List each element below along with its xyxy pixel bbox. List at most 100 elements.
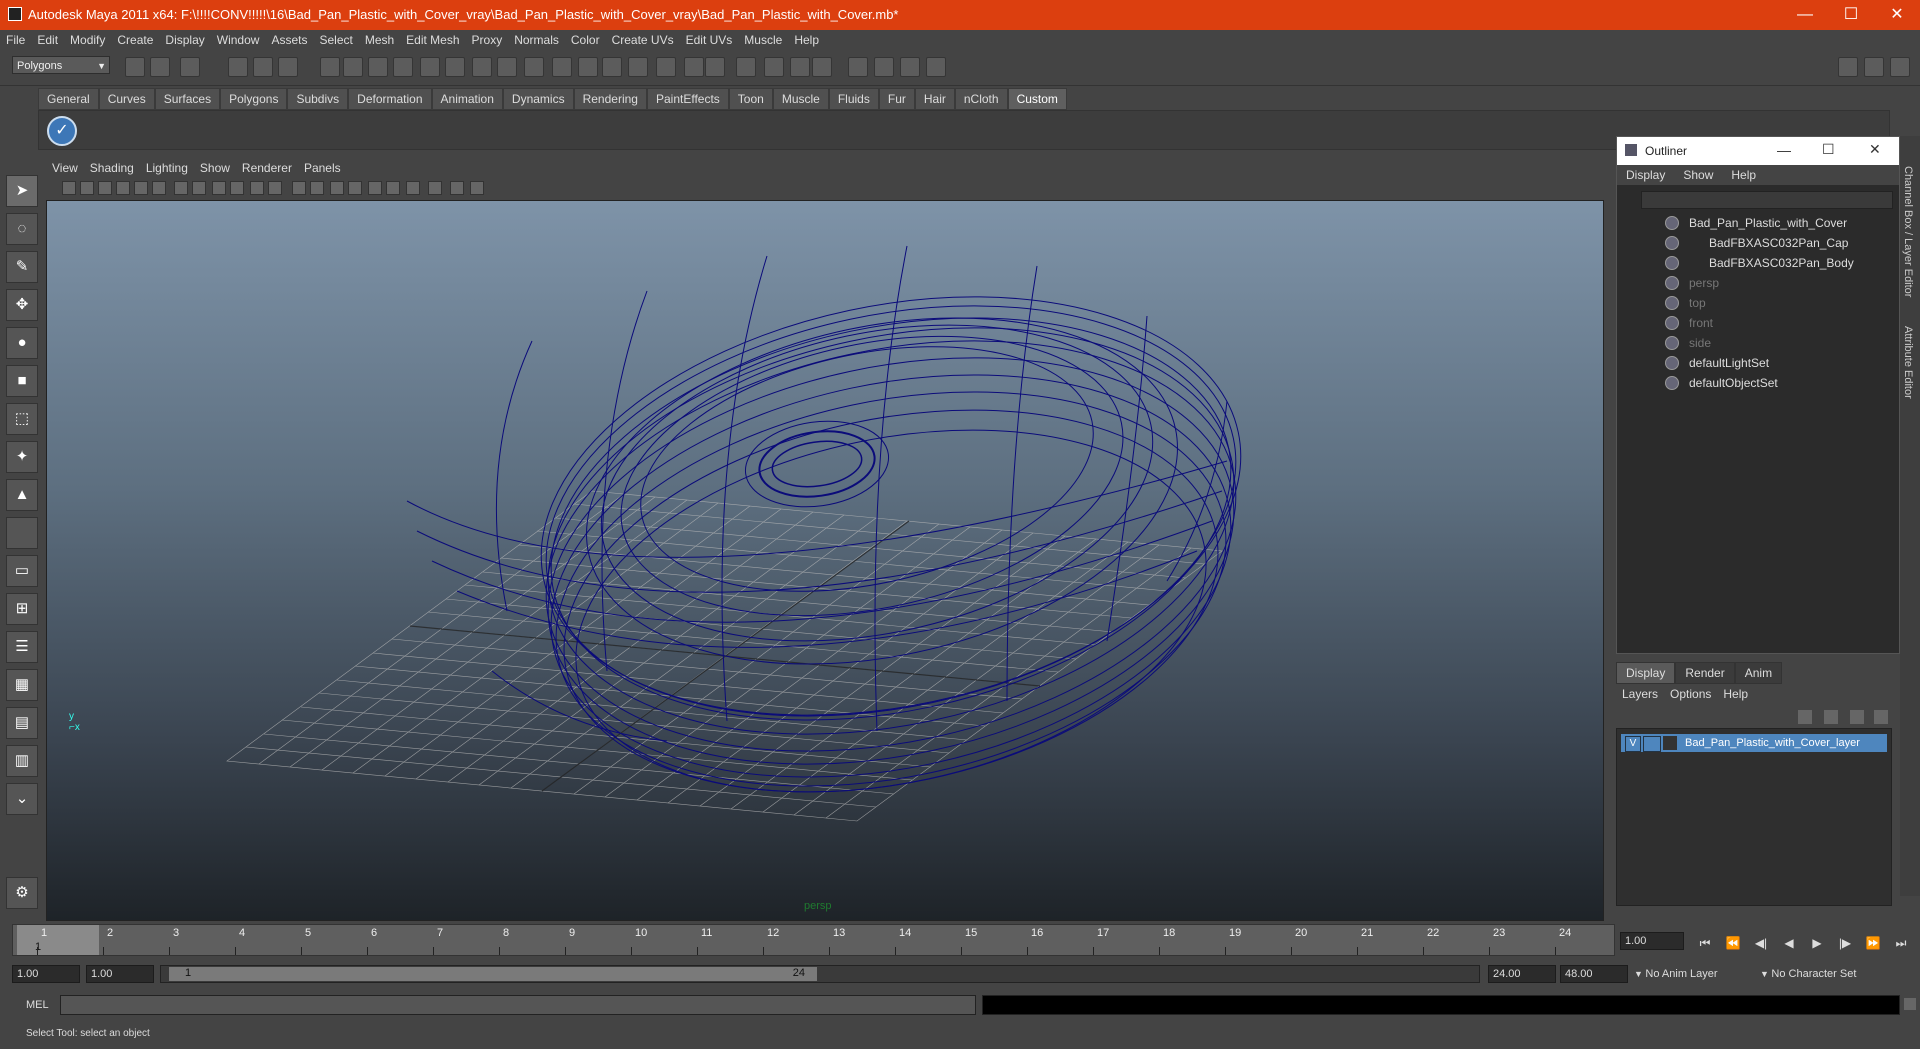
last-tool-icon[interactable] bbox=[6, 517, 38, 549]
menu-muscle[interactable]: Muscle bbox=[738, 30, 788, 50]
dope-sheet-layout-icon[interactable]: ▤ bbox=[6, 707, 38, 739]
range-start-inner-field[interactable]: 1.00 bbox=[86, 965, 154, 983]
range-slider-bar[interactable]: 1 24 bbox=[169, 967, 817, 981]
panel-tool-icon-15[interactable] bbox=[330, 181, 344, 195]
layer-row[interactable]: V Bad_Pan_Plastic_with_Cover_layer bbox=[1621, 734, 1887, 752]
outliner-item[interactable]: BadFBXASC032Pan_Cap bbox=[1617, 233, 1887, 253]
menu-create-uvs[interactable]: Create UVs bbox=[606, 30, 680, 50]
go-to-start-icon[interactable]: ⏮ bbox=[1695, 934, 1715, 952]
menu-display[interactable]: Display bbox=[159, 30, 210, 50]
soft-mod-tool-icon[interactable]: ✦ bbox=[6, 441, 38, 473]
move-layer-down-icon[interactable] bbox=[1824, 710, 1838, 724]
status-tool-icon-28[interactable] bbox=[874, 57, 894, 77]
lasso-tool-icon[interactable]: ◌ bbox=[6, 213, 38, 245]
status-tool-icon-18[interactable] bbox=[602, 57, 622, 77]
outliner-item[interactable]: defaultObjectSet bbox=[1617, 373, 1887, 393]
show-manipulator-icon[interactable]: ▲ bbox=[6, 479, 38, 511]
status-tool-icon-19[interactable] bbox=[628, 57, 648, 77]
panel-tool-icon-3[interactable] bbox=[98, 181, 112, 195]
status-tool-icon-16[interactable] bbox=[552, 57, 572, 77]
graph-layout-icon[interactable]: ▦ bbox=[6, 669, 38, 701]
panel-tool-icon-1[interactable] bbox=[62, 181, 76, 195]
layer-tab-render[interactable]: Render bbox=[1675, 662, 1735, 684]
step-back-frame-icon[interactable]: ◀| bbox=[1751, 934, 1771, 952]
status-tool-icon-9[interactable] bbox=[368, 57, 388, 77]
attribute-editor-tab[interactable]: Attribute Editor bbox=[1902, 326, 1914, 399]
menu-edit-mesh[interactable]: Edit Mesh bbox=[400, 30, 465, 50]
status-tool-icon-30[interactable] bbox=[926, 57, 946, 77]
panel-menu-show[interactable]: Show bbox=[194, 158, 236, 178]
panel-menu-panels[interactable]: Panels bbox=[298, 158, 347, 178]
panel-menu-renderer[interactable]: Renderer bbox=[236, 158, 298, 178]
status-tool-icon-1[interactable] bbox=[125, 57, 145, 77]
panel-tool-icon-11[interactable] bbox=[250, 181, 264, 195]
mel-input[interactable] bbox=[60, 995, 976, 1015]
panel-tool-icon-18[interactable] bbox=[386, 181, 400, 195]
play-backwards-icon[interactable]: ◀ bbox=[1779, 934, 1799, 952]
menu-create[interactable]: Create bbox=[111, 30, 159, 50]
current-time-field[interactable]: 1.00 bbox=[1620, 932, 1684, 950]
status-tool-icon-15[interactable] bbox=[524, 57, 544, 77]
shelf-tab-rendering[interactable]: Rendering bbox=[573, 88, 647, 110]
status-tool-icon-2[interactable] bbox=[150, 57, 170, 77]
menu-window[interactable]: Window bbox=[211, 30, 266, 50]
panel-toggle-icon-2[interactable] bbox=[1864, 57, 1884, 77]
shelf-tab-general[interactable]: General bbox=[38, 88, 99, 110]
outliner-menu-display[interactable]: Display bbox=[1617, 165, 1674, 185]
panel-tool-icon-10[interactable] bbox=[230, 181, 244, 195]
status-tool-icon-22[interactable] bbox=[705, 57, 725, 77]
range-start-outer-field[interactable]: 1.00 bbox=[12, 965, 80, 983]
status-tool-icon-4[interactable] bbox=[228, 57, 248, 77]
menu-assets[interactable]: Assets bbox=[265, 30, 313, 50]
menu-edit-uvs[interactable]: Edit UVs bbox=[680, 30, 739, 50]
status-tool-icon-24[interactable] bbox=[764, 57, 784, 77]
panel-tool-icon-17[interactable] bbox=[368, 181, 382, 195]
panel-tool-icon-13[interactable] bbox=[292, 181, 306, 195]
panel-tool-icon-4[interactable] bbox=[116, 181, 130, 195]
perspective-viewport[interactable]: y ⌐x persp bbox=[46, 200, 1604, 921]
panel-tool-icon-16[interactable] bbox=[348, 181, 362, 195]
paint-select-tool-icon[interactable]: ✎ bbox=[6, 251, 38, 283]
outliner-maximize-button[interactable]: ☐ bbox=[1822, 141, 1835, 158]
four-view-layout-icon[interactable]: ⊞ bbox=[6, 593, 38, 625]
panel-tool-icon-20[interactable] bbox=[428, 181, 442, 195]
menu-normals[interactable]: Normals bbox=[508, 30, 565, 50]
panel-tool-icon-14[interactable] bbox=[310, 181, 324, 195]
menu-edit[interactable]: Edit bbox=[31, 30, 64, 50]
outliner-close-button[interactable]: ✕ bbox=[1869, 141, 1881, 158]
panel-tool-icon-19[interactable] bbox=[406, 181, 420, 195]
close-button[interactable]: ✕ bbox=[1874, 0, 1920, 30]
play-forwards-icon[interactable]: ▶ bbox=[1807, 934, 1827, 952]
manipulator-tool-icon[interactable]: ⬚ bbox=[6, 403, 38, 435]
panel-toggle-icon-3[interactable] bbox=[1890, 57, 1910, 77]
shelf-tab-hair[interactable]: Hair bbox=[914, 88, 955, 110]
menu-proxy[interactable]: Proxy bbox=[466, 30, 509, 50]
single-view-layout-icon[interactable]: ▭ bbox=[6, 555, 38, 587]
shelf-tab-custom[interactable]: Custom bbox=[1007, 88, 1067, 110]
status-tool-icon-29[interactable] bbox=[900, 57, 920, 77]
move-layer-up-icon[interactable] bbox=[1798, 710, 1812, 724]
shelf-tab-ncloth[interactable]: nCloth bbox=[954, 88, 1008, 110]
panel-tool-icon-5[interactable] bbox=[134, 181, 148, 195]
layer-visibility-toggle[interactable]: V bbox=[1625, 736, 1641, 752]
panel-menu-view[interactable]: View bbox=[46, 158, 84, 178]
shelf-tab-muscle[interactable]: Muscle bbox=[772, 88, 829, 110]
shelf-tab-animation[interactable]: Animation bbox=[431, 88, 503, 110]
layer-tab-display[interactable]: Display bbox=[1616, 662, 1676, 684]
rotate-tool-icon[interactable]: ● bbox=[6, 327, 38, 359]
layer-menu-layers[interactable]: Layers bbox=[1616, 684, 1664, 704]
hypershade-layout-icon[interactable]: ▥ bbox=[6, 745, 38, 777]
status-tool-icon-23[interactable] bbox=[736, 57, 756, 77]
shelf-tab-toon[interactable]: Toon bbox=[728, 88, 773, 110]
outliner-minimize-button[interactable]: — bbox=[1777, 142, 1791, 158]
status-tool-icon-21[interactable] bbox=[684, 57, 704, 77]
layer-menu-help[interactable]: Help bbox=[1717, 684, 1754, 704]
status-tool-icon-7[interactable] bbox=[320, 57, 340, 77]
outliner-item[interactable]: front bbox=[1617, 313, 1887, 333]
outliner-menu-show[interactable]: Show bbox=[1674, 165, 1722, 185]
shelf-tab-subdivs[interactable]: Subdivs bbox=[287, 88, 349, 110]
maximize-button[interactable]: ☐ bbox=[1828, 0, 1874, 30]
status-tool-icon-5[interactable] bbox=[253, 57, 273, 77]
layer-tab-anim[interactable]: Anim bbox=[1734, 662, 1783, 684]
shelf-tab-dynamics[interactable]: Dynamics bbox=[502, 88, 574, 110]
